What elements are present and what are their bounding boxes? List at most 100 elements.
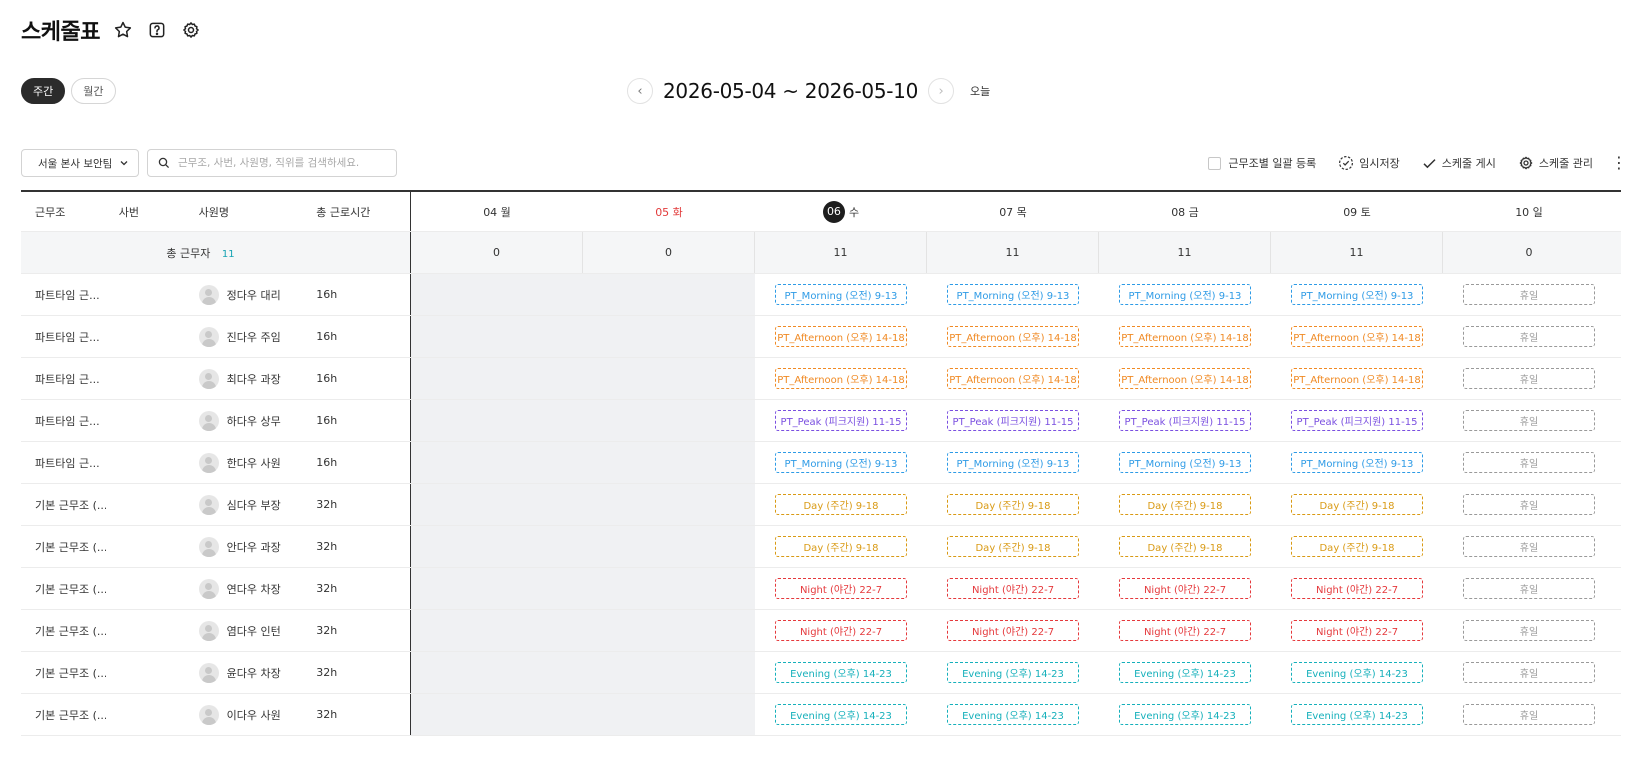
schedule-cell[interactable]: PT_Afternoon (오후) 14-18 — [927, 316, 1099, 357]
schedule-cell[interactable] — [583, 316, 755, 357]
schedule-cell[interactable]: 휴일 — [1443, 652, 1615, 693]
next-week-button[interactable]: › — [928, 78, 955, 104]
schedule-cell[interactable]: Day (주간) 9-18 — [1271, 484, 1443, 525]
shift-chip[interactable]: PT_Afternoon (오후) 14-18 — [1119, 326, 1251, 347]
shift-chip[interactable]: Day (주간) 9-18 — [775, 536, 907, 557]
schedule-cell[interactable]: 휴일 — [1443, 400, 1615, 441]
shift-chip[interactable]: PT_Morning (오전) 9-13 — [1291, 452, 1423, 473]
schedule-cell[interactable]: 휴일 — [1443, 484, 1615, 525]
shift-chip[interactable]: Day (주간) 9-18 — [947, 536, 1079, 557]
shift-chip[interactable]: Night (야간) 22-7 — [1119, 620, 1251, 641]
schedule-cell[interactable]: Day (주간) 9-18 — [755, 526, 927, 567]
today-button[interactable]: 오늘 — [970, 83, 990, 99]
employee-name[interactable]: 안다우 과장 — [227, 539, 281, 555]
schedule-cell[interactable]: Day (주간) 9-18 — [1099, 484, 1271, 525]
shift-chip[interactable]: Day (주간) 9-18 — [1119, 536, 1251, 557]
schedule-cell[interactable]: PT_Peak (피크지원) 11-15 — [927, 400, 1099, 441]
schedule-cell[interactable]: PT_Morning (오전) 9-13 — [755, 442, 927, 483]
column-header-emp-no[interactable]: 사번 — [106, 204, 191, 220]
temp-save-button[interactable]: 임시저장 — [1338, 155, 1400, 171]
schedule-cell[interactable] — [411, 484, 583, 525]
more-options-icon[interactable]: ⋮ — [1611, 155, 1627, 171]
schedule-cell[interactable] — [411, 358, 583, 399]
employee-name[interactable]: 연다우 차장 — [227, 581, 281, 597]
schedule-cell[interactable] — [411, 652, 583, 693]
schedule-cell[interactable] — [583, 442, 755, 483]
schedule-cell[interactable]: PT_Peak (피크지원) 11-15 — [1099, 400, 1271, 441]
day-header[interactable]: 10 일 — [1443, 192, 1615, 231]
schedule-cell[interactable]: 휴일 — [1443, 610, 1615, 651]
shift-chip[interactable]: Night (야간) 22-7 — [947, 578, 1079, 599]
shift-chip[interactable]: Day (주간) 9-18 — [1291, 536, 1423, 557]
shift-chip[interactable]: 휴일 — [1463, 410, 1595, 431]
schedule-cell[interactable]: 휴일 — [1443, 568, 1615, 609]
schedule-cell[interactable] — [411, 316, 583, 357]
schedule-cell[interactable] — [583, 400, 755, 441]
employee-name[interactable]: 최다우 과장 — [227, 371, 281, 387]
schedule-cell[interactable]: Day (주간) 9-18 — [755, 484, 927, 525]
schedule-cell[interactable]: 휴일 — [1443, 694, 1615, 735]
schedule-cell[interactable]: Night (야간) 22-7 — [927, 568, 1099, 609]
shift-chip[interactable]: Night (야간) 22-7 — [947, 620, 1079, 641]
shift-chip[interactable]: 휴일 — [1463, 368, 1595, 389]
schedule-cell[interactable]: PT_Afternoon (오후) 14-18 — [1271, 316, 1443, 357]
shift-chip[interactable]: Night (야간) 22-7 — [775, 578, 907, 599]
star-icon[interactable] — [112, 19, 134, 41]
help-icon[interactable] — [146, 19, 168, 41]
schedule-cell[interactable] — [583, 274, 755, 315]
shift-chip[interactable]: PT_Morning (오전) 9-13 — [1119, 452, 1251, 473]
shift-chip[interactable]: Evening (오후) 14-23 — [775, 662, 907, 683]
shift-chip[interactable]: Evening (오후) 14-23 — [1291, 704, 1423, 725]
shift-chip[interactable]: PT_Morning (오전) 9-13 — [947, 284, 1079, 305]
day-header[interactable]: 04 월 — [411, 192, 583, 231]
shift-chip[interactable]: 휴일 — [1463, 578, 1595, 599]
shift-chip[interactable]: 휴일 — [1463, 662, 1595, 683]
shift-chip[interactable]: 휴일 — [1463, 620, 1595, 641]
schedule-cell[interactable]: PT_Morning (오전) 9-13 — [1271, 442, 1443, 483]
schedule-cell[interactable]: PT_Afternoon (오후) 14-18 — [1099, 358, 1271, 399]
gear-icon[interactable] — [180, 19, 202, 41]
schedule-cell[interactable]: Night (야간) 22-7 — [1271, 568, 1443, 609]
shift-chip[interactable]: PT_Afternoon (오후) 14-18 — [1119, 368, 1251, 389]
shift-chip[interactable]: PT_Afternoon (오후) 14-18 — [1291, 326, 1423, 347]
shift-chip[interactable]: PT_Morning (오전) 9-13 — [775, 452, 907, 473]
schedule-cell[interactable]: PT_Afternoon (오후) 14-18 — [1271, 358, 1443, 399]
day-header[interactable]: 09 토 — [1271, 192, 1443, 231]
shift-chip[interactable]: Evening (오후) 14-23 — [1119, 662, 1251, 683]
employee-name[interactable]: 심다우 부장 — [227, 497, 281, 513]
shift-chip[interactable]: 휴일 — [1463, 326, 1595, 347]
shift-chip[interactable]: 휴일 — [1463, 494, 1595, 515]
bulk-register-checkbox[interactable]: 근무조별 일괄 등록 — [1208, 155, 1316, 171]
employee-name[interactable]: 한다우 사원 — [227, 455, 281, 471]
schedule-cell[interactable] — [583, 652, 755, 693]
schedule-cell[interactable]: Night (야간) 22-7 — [1271, 610, 1443, 651]
schedule-cell[interactable] — [411, 568, 583, 609]
publish-button[interactable]: 스케줄 게시 — [1422, 155, 1496, 171]
shift-chip[interactable]: Day (주간) 9-18 — [775, 494, 907, 515]
shift-chip[interactable]: Evening (오후) 14-23 — [775, 704, 907, 725]
shift-chip[interactable]: 휴일 — [1463, 704, 1595, 725]
schedule-cell[interactable]: 휴일 — [1443, 358, 1615, 399]
employee-name[interactable]: 염다우 인턴 — [227, 623, 281, 639]
shift-chip[interactable]: Night (야간) 22-7 — [1119, 578, 1251, 599]
employee-name[interactable]: 이다우 사원 — [227, 707, 281, 723]
weekly-view-button[interactable]: 주간 — [21, 78, 66, 104]
schedule-cell[interactable]: PT_Afternoon (오후) 14-18 — [1099, 316, 1271, 357]
schedule-cell[interactable] — [583, 526, 755, 567]
schedule-cell[interactable] — [583, 358, 755, 399]
schedule-cell[interactable]: 휴일 — [1443, 316, 1615, 357]
shift-chip[interactable]: Night (야간) 22-7 — [775, 620, 907, 641]
schedule-cell[interactable]: Day (주간) 9-18 — [927, 484, 1099, 525]
employee-name[interactable]: 정다우 대리 — [227, 287, 281, 303]
prev-week-button[interactable]: ‹ — [627, 78, 653, 104]
schedule-cell[interactable] — [411, 610, 583, 651]
day-header[interactable]: 07 목 — [927, 192, 1099, 231]
schedule-cell[interactable] — [583, 694, 755, 735]
shift-chip[interactable]: 휴일 — [1463, 536, 1595, 557]
schedule-cell[interactable]: Day (주간) 9-18 — [1099, 526, 1271, 567]
schedule-cell[interactable]: PT_Morning (오전) 9-13 — [927, 442, 1099, 483]
shift-chip[interactable]: PT_Afternoon (오후) 14-18 — [947, 326, 1079, 347]
shift-chip[interactable]: Night (야간) 22-7 — [1291, 620, 1423, 641]
employee-name[interactable]: 윤다우 차장 — [227, 665, 281, 681]
day-header[interactable]: 08 금 — [1099, 192, 1271, 231]
